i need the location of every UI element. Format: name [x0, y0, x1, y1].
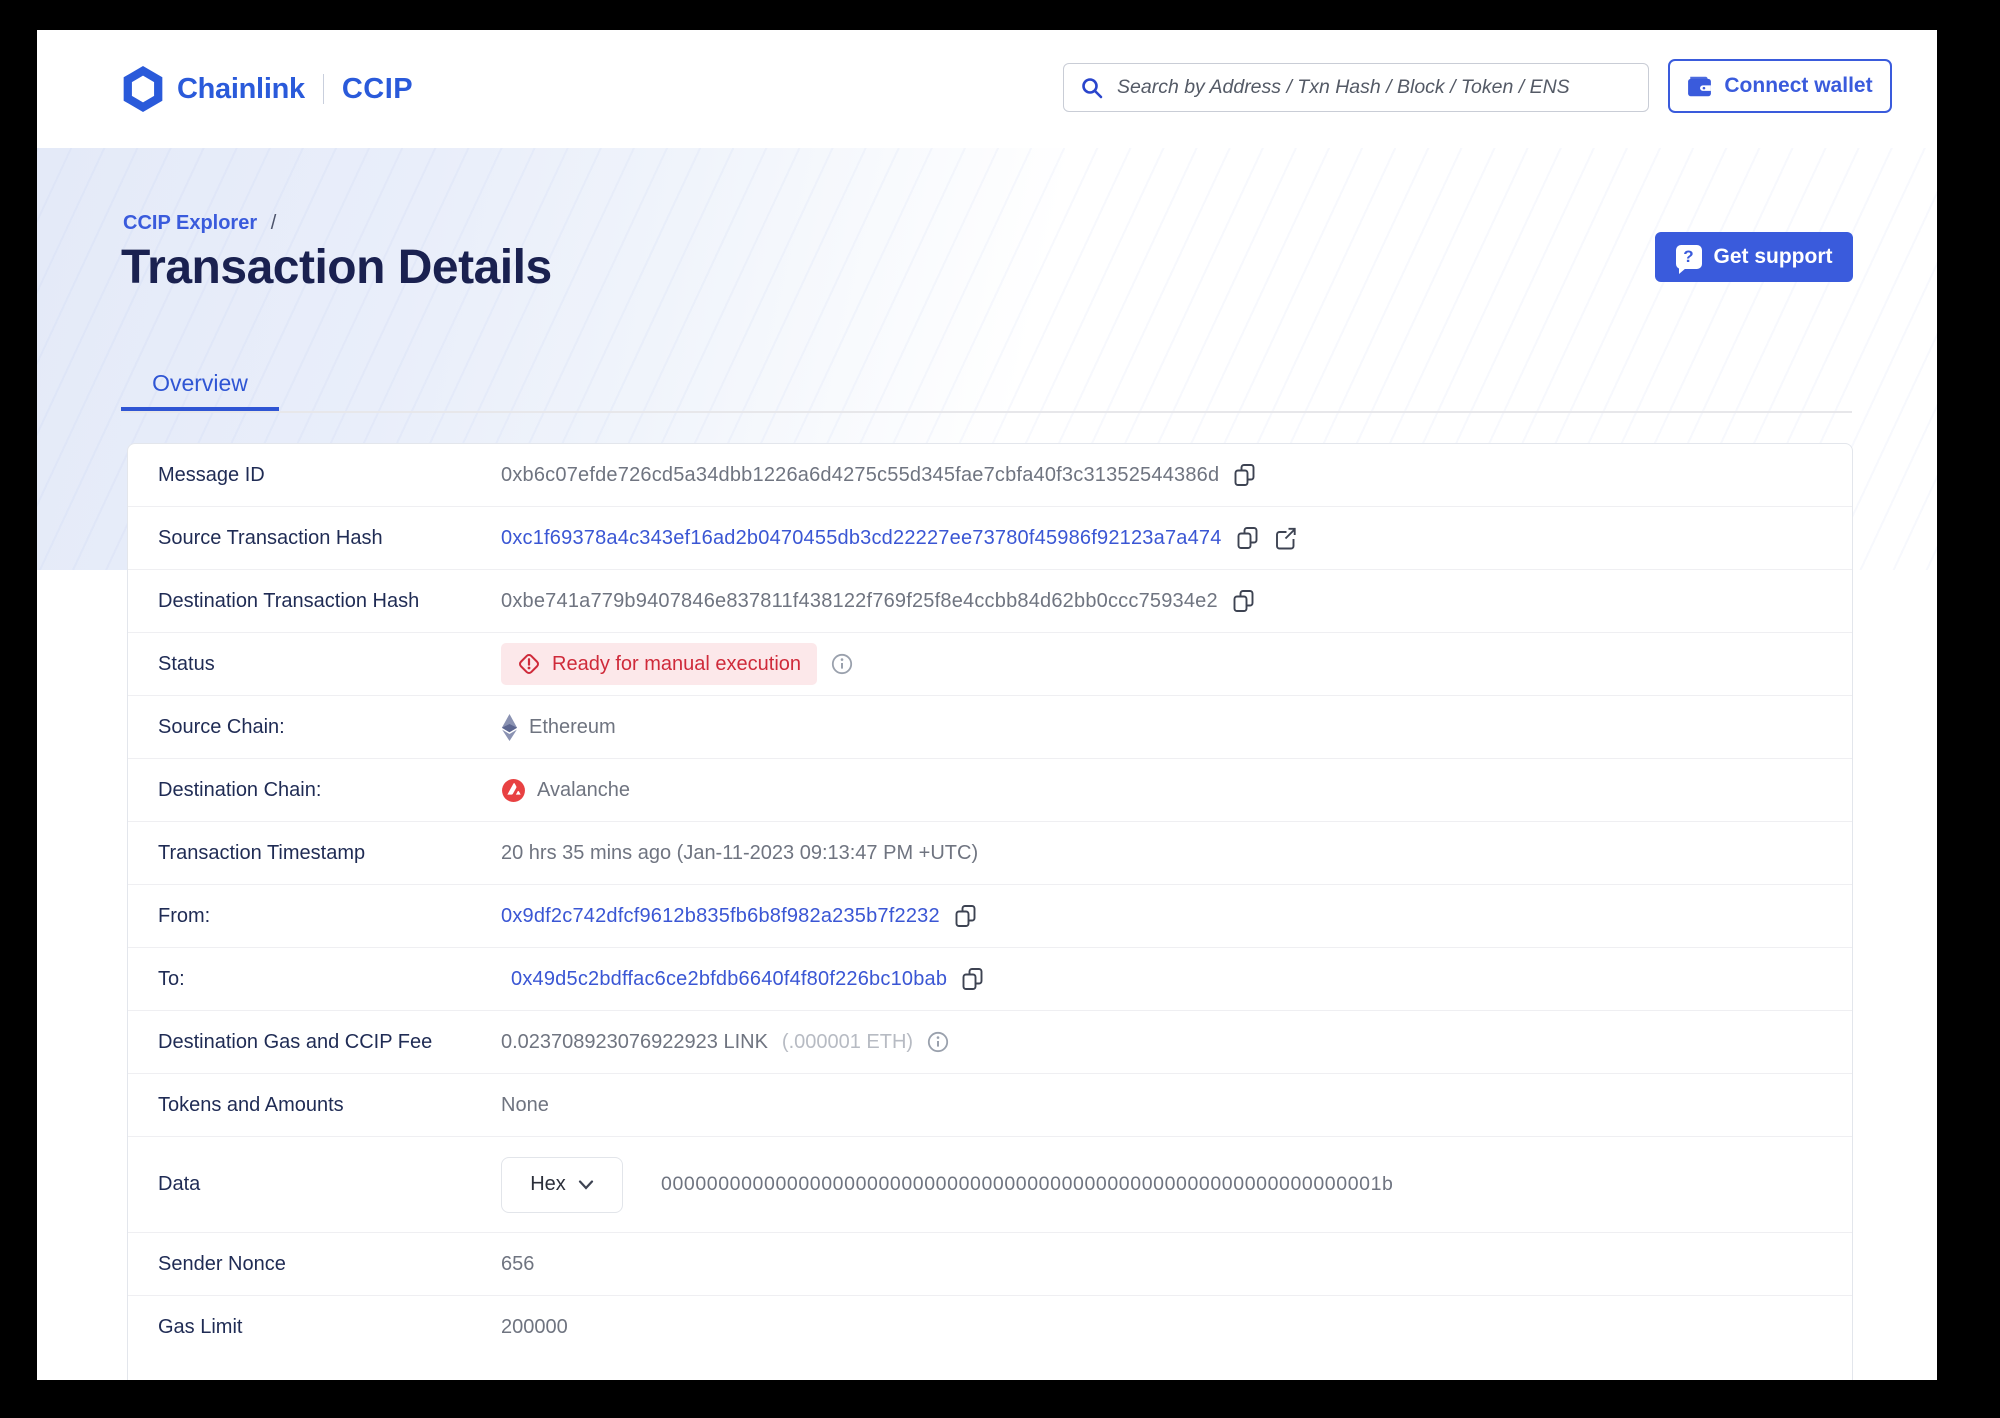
source-chain-name: Ethereum [529, 715, 616, 738]
chainlink-hexagon-icon [123, 66, 163, 112]
row-label: Sender Nonce [158, 1252, 286, 1275]
table-row-source-chain: Source Chain: Ethereum [128, 696, 1852, 759]
row-label: Source Chain: [158, 715, 285, 738]
sender-nonce-value: 656 [501, 1252, 535, 1275]
status-text: Ready for manual execution [552, 652, 802, 675]
table-row-fee: Destination Gas and CCIP Fee 0.023708923… [128, 1011, 1852, 1074]
copy-icon [1234, 463, 1255, 486]
dest-tx-hash-value: 0xbe741a779b9407846e837811f438122f769f25… [501, 589, 1218, 612]
data-format-selected: Hex [530, 1173, 566, 1195]
table-row-timestamp: Transaction Timestamp 20 hrs 35 mins ago… [128, 822, 1852, 885]
breadcrumb-separator: / [270, 212, 277, 234]
tab-overview[interactable]: Overview [121, 360, 279, 411]
brand-product: CCIP [341, 72, 414, 105]
table-row-from: From: 0x9df2c742dfcf9612b835fb6b8f982a23… [128, 885, 1852, 948]
table-row-data: Data Hex 0000000000000000000000000000000… [128, 1137, 1852, 1233]
destination-chain: Avalanche [501, 778, 630, 803]
ethereum-icon [501, 713, 518, 741]
status-badge: Ready for manual execution [501, 643, 818, 685]
connect-wallet-label: Connect wallet [1724, 74, 1873, 97]
page-title: Transaction Details [121, 241, 552, 294]
table-row-tokens: Tokens and Amounts None [128, 1074, 1852, 1137]
data-format-dropdown[interactable]: Hex [501, 1156, 623, 1213]
search-input[interactable] [1117, 76, 1632, 99]
row-label: To: [158, 967, 185, 990]
connect-wallet-button[interactable]: Connect wallet [1668, 59, 1892, 113]
brand-name: Chainlink [177, 72, 305, 105]
from-address-link[interactable]: 0x9df2c742dfcf9612b835fb6b8f982a235b7f22… [501, 905, 940, 928]
row-label: Tokens and Amounts [158, 1093, 344, 1116]
info-icon [831, 653, 853, 675]
source-chain: Ethereum [501, 713, 616, 741]
brand-logo[interactable]: Chainlink CCIP [123, 66, 413, 112]
row-label: Message ID [158, 463, 265, 486]
table-row-source-tx-hash: Source Transaction Hash 0xc1f69378a4c343… [128, 507, 1852, 570]
table-row-dest-chain: Destination Chain: Avalanche [128, 759, 1852, 822]
copy-button[interactable] [1233, 463, 1256, 488]
row-label: Source Transaction Hash [158, 526, 383, 549]
avalanche-icon [502, 778, 525, 802]
row-label: Transaction Timestamp [158, 841, 366, 864]
data-hex-value: 0000000000000000000000000000000000000000… [661, 1173, 1394, 1195]
row-label: Status [158, 652, 215, 675]
row-label: Destination Gas and CCIP Fee [158, 1030, 433, 1053]
to-address-link[interactable]: 0x49d5c2bdffac6ce2bfdb6640f4f80f226bc10b… [511, 968, 947, 991]
search-bar[interactable] [1063, 63, 1649, 112]
message-id-value: 0xb6c07efde726cd5a34dbb1226a6d4275c55d34… [501, 463, 1220, 486]
copy-button[interactable] [1232, 589, 1255, 614]
get-support-label: Get support [1713, 245, 1833, 268]
table-row-to: To: 0x49d5c2bdffac6ce2bfdb6640f4f80f226b… [128, 948, 1852, 1011]
table-row-dest-tx-hash: Destination Transaction Hash 0xbe741a779… [128, 570, 1852, 633]
timestamp-value: 20 hrs 35 mins ago (Jan-11-2023 09:13:47… [501, 841, 979, 864]
copy-icon [1237, 526, 1258, 549]
source-tx-hash-link[interactable]: 0xc1f69378a4c343ef16ad2b0470455db3cd2222… [501, 527, 1222, 550]
table-row-sender-nonce: Sender Nonce 656 [128, 1233, 1852, 1296]
row-label: Data [158, 1173, 201, 1195]
table-row-message-id: Message ID 0xb6c07efde726cd5a34dbb1226a6… [128, 444, 1852, 507]
row-label: Destination Transaction Hash [158, 589, 420, 612]
app-window: Chainlink CCIP Connect wallet CCIP Explo… [37, 30, 1937, 1380]
search-icon [1082, 77, 1103, 98]
fee-info-button[interactable] [927, 1031, 949, 1053]
table-row-gas-limit: Gas Limit 200000 [128, 1296, 1852, 1359]
copy-icon [955, 904, 976, 927]
destination-chain-name: Avalanche [537, 778, 631, 801]
tokens-value: None [501, 1093, 549, 1116]
gas-limit-value: 200000 [501, 1316, 568, 1338]
chevron-down-icon [578, 1179, 593, 1190]
get-support-button[interactable]: ? Get support [1655, 232, 1853, 282]
wallet-icon [1688, 76, 1712, 96]
breadcrumb: CCIP Explorer / [123, 212, 276, 235]
copy-icon [962, 967, 983, 990]
question-bubble-icon: ? [1675, 245, 1702, 274]
external-link-button[interactable] [1273, 526, 1298, 551]
row-label: Destination Chain: [158, 778, 322, 801]
info-icon [927, 1031, 949, 1053]
external-link-icon [1275, 527, 1296, 549]
breadcrumb-ccip-explorer-link[interactable]: CCIP Explorer [123, 212, 257, 234]
copy-icon [1233, 589, 1254, 612]
status-info-button[interactable] [831, 653, 853, 675]
transaction-details-card: Message ID 0xb6c07efde726cd5a34dbb1226a6… [127, 443, 1853, 1380]
alert-diamond-icon [519, 654, 539, 674]
fee-eth-equivalent: (.000001 ETH) [781, 1030, 914, 1053]
copy-button[interactable] [1236, 526, 1259, 551]
row-label: From: [158, 904, 211, 927]
fee-value: 0.023708923076922923 LINK [501, 1030, 768, 1053]
row-label: Gas Limit [158, 1316, 243, 1338]
copy-button[interactable] [961, 967, 984, 992]
brand-divider [322, 74, 324, 104]
top-navbar: Chainlink CCIP Connect wallet [37, 30, 1937, 148]
copy-button[interactable] [954, 904, 977, 929]
table-row-status: Status Ready for manual execution [128, 633, 1852, 696]
tab-bar: Overview [121, 360, 1852, 413]
